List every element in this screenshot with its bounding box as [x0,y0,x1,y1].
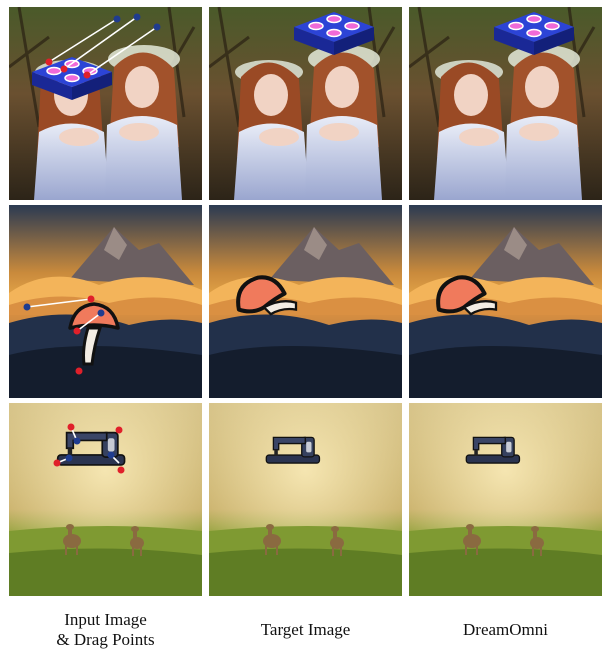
caption-input-line2: & Drag Points [56,630,155,649]
target-image-row3 [209,403,402,596]
input-image-row3 [9,403,202,596]
target-image-row1 [209,7,402,200]
caption-target: Target Image [260,620,351,639]
caption-input-line1: Input Image [64,610,147,629]
input-image-row2 [9,205,202,398]
caption-dreamomni: DreamOmni [463,620,548,639]
input-image-row1 [9,7,202,200]
caption-input: Input Image & Drag Points [9,608,202,652]
dreamomni-image-row3 [409,403,602,596]
target-image-row2 [209,205,402,398]
dreamomni-image-row1 [409,7,602,200]
dreamomni-image-row2 [409,205,602,398]
